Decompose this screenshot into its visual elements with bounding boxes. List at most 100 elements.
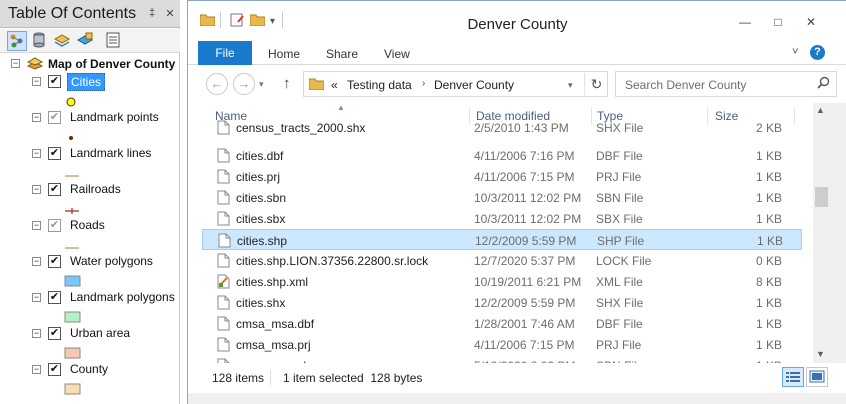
tab-share[interactable]: Share xyxy=(326,47,358,61)
file-name: cities.shx xyxy=(236,296,286,310)
layer-visibility-checkbox[interactable]: ✔ xyxy=(48,183,61,196)
layer-collapse-toggle[interactable]: − xyxy=(32,221,41,230)
close-icon[interactable]: ✕ xyxy=(164,7,176,20)
breadcrumb-testing-data[interactable]: Testing data xyxy=(347,78,412,92)
minimize-button[interactable]: — xyxy=(732,14,758,32)
expand-ribbon-icon[interactable]: ˅ xyxy=(792,46,798,58)
file-icon xyxy=(217,337,230,357)
list-by-drawing-order-icon[interactable] xyxy=(7,31,27,51)
list-by-selection-icon[interactable] xyxy=(76,31,96,51)
layer-collapse-toggle[interactable]: − xyxy=(32,113,41,122)
layer-visibility-checkbox[interactable]: ✔ xyxy=(48,147,61,160)
layer-item[interactable]: − ✔ Roads xyxy=(0,216,180,252)
layer-name[interactable]: County xyxy=(67,361,111,377)
details-view-button[interactable] xyxy=(782,367,804,387)
layer-item[interactable]: − ✔ Landmark points xyxy=(0,108,180,144)
file-icon xyxy=(217,190,230,210)
search-input[interactable]: Search Denver County xyxy=(615,71,837,97)
layer-item[interactable]: − ✔ Railroads xyxy=(0,180,180,216)
options-icon[interactable] xyxy=(104,31,124,51)
scroll-down-icon[interactable]: ▼ xyxy=(816,349,825,359)
layer-name[interactable]: Water polygons xyxy=(67,253,156,269)
address-bar[interactable]: « Testing data › Denver County ▾ ↻ xyxy=(303,71,608,97)
file-row[interactable]: cities.shp 12/2/2009 5:59 PM SHP File 1 KB xyxy=(202,229,802,250)
up-button[interactable]: ↑ xyxy=(283,75,291,92)
file-row[interactable]: cities.shp.LION.37356.22800.sr.lock 12/7/… xyxy=(202,250,802,271)
file-row[interactable]: cities.sbn 10/3/2011 12:02 PM SBN File 1 KB xyxy=(202,187,802,208)
layer-name[interactable]: Landmark lines xyxy=(67,145,154,161)
breadcrumb-denver-county[interactable]: Denver County xyxy=(434,78,514,92)
layer-collapse-toggle[interactable]: − xyxy=(32,365,41,374)
refresh-icon[interactable]: ↻ xyxy=(584,73,608,95)
file-row[interactable]: census_tracts_2000.shx 2/5/2010 1:43 PM SH… xyxy=(202,117,802,138)
back-button[interactable]: ← xyxy=(206,73,228,95)
layer-collapse-toggle[interactable]: − xyxy=(32,185,41,194)
layer-item[interactable]: − ✔ Landmark polygons xyxy=(0,288,180,324)
layer-item[interactable]: − ✔ Water polygons xyxy=(0,252,180,288)
help-icon[interactable]: ? xyxy=(810,45,825,60)
status-divider xyxy=(270,370,271,385)
list-by-source-icon[interactable] xyxy=(30,31,50,51)
large-icons-view-button[interactable] xyxy=(806,367,828,387)
tab-file[interactable]: File xyxy=(198,41,252,65)
tab-home[interactable]: Home xyxy=(268,47,300,61)
layer-collapse-toggle[interactable]: − xyxy=(32,149,41,158)
file-row[interactable]: cities.prj 4/11/2006 7:15 PM PRJ File 1 KB xyxy=(202,166,802,187)
navigation-pane xyxy=(188,103,202,363)
layer-name[interactable]: Roads xyxy=(67,217,108,233)
layer-collapse-toggle[interactable]: − xyxy=(32,257,41,266)
layer-name[interactable]: Landmark points xyxy=(67,109,162,125)
layer-visibility-checkbox[interactable]: ✔ xyxy=(48,291,61,304)
list-by-visibility-icon[interactable] xyxy=(53,31,73,51)
file-name: cmsa_msa.dbf xyxy=(236,317,315,331)
file-row[interactable]: cities.shx 12/2/2009 5:59 PM SHX File 1 KB xyxy=(202,292,802,313)
layer-visibility-checkbox[interactable]: ✔ xyxy=(48,75,61,88)
breadcrumb-overflow[interactable]: « xyxy=(331,78,338,92)
data-frame-label[interactable]: Map of Denver County xyxy=(48,57,175,71)
selection-info: 1 item selected 128 bytes xyxy=(283,371,423,385)
layer-collapse-toggle[interactable]: − xyxy=(32,293,41,302)
address-dropdown-icon[interactable]: ▾ xyxy=(568,80,573,91)
file-type: XML File xyxy=(596,275,643,289)
layer-visibility-checkbox[interactable]: ✔ xyxy=(48,219,61,232)
forward-button[interactable]: → xyxy=(233,73,255,95)
file-row[interactable]: cities.sbx 10/3/2011 12:02 PM SBX File 1 KB xyxy=(202,208,802,229)
layer-collapse-toggle[interactable]: − xyxy=(32,329,41,338)
tab-view[interactable]: View xyxy=(384,47,410,61)
layer-visibility-checkbox[interactable]: ✔ xyxy=(48,327,61,340)
maximize-button[interactable]: □ xyxy=(765,14,791,32)
layer-item[interactable]: − ✔ Landmark lines xyxy=(0,144,180,180)
file-name: census_tracts_2000.shx xyxy=(236,121,366,135)
file-row[interactable]: cmsa_msa.sbn5/19/2020 8:02 PMSBN File1 K… xyxy=(202,355,802,363)
recent-locations-icon[interactable]: ▾ xyxy=(259,79,264,90)
layer-name[interactable]: Cities xyxy=(67,73,106,91)
vertical-scrollbar[interactable]: ▲ ▼ xyxy=(813,103,830,363)
layer-name[interactable]: Railroads xyxy=(67,181,124,197)
layer-visibility-checkbox[interactable]: ✔ xyxy=(48,255,61,268)
close-button[interactable]: ✕ xyxy=(798,14,824,32)
layer-item[interactable]: − ✔ Cities xyxy=(0,72,180,108)
layer-name[interactable]: Urban area xyxy=(67,325,133,341)
file-size: 1 KB xyxy=(755,170,782,184)
layer-visibility-checkbox[interactable]: ✔ xyxy=(48,111,61,124)
layer-visibility-checkbox[interactable]: ✔ xyxy=(48,363,61,376)
layer-item[interactable]: − ✔ Urban area xyxy=(0,324,180,360)
layer-item[interactable]: − ✔ County xyxy=(0,360,180,396)
address-row: ← → ▾ ↑ « Testing data › Denver County ▾… xyxy=(188,65,846,103)
status-bar: 128 items 1 item selected 128 bytes xyxy=(188,363,846,393)
file-name: cities.shp.xml xyxy=(236,275,309,289)
file-size: 2 KB xyxy=(755,121,782,135)
data-frame-collapse-toggle[interactable]: − xyxy=(11,59,20,68)
file-row[interactable]: cities.dbf 4/11/2006 7:16 PM DBF File 1 KB xyxy=(202,145,802,166)
scroll-up-icon[interactable]: ▲ xyxy=(816,105,825,115)
file-row[interactable]: cities.shp.xml 10/19/2011 6:21 PM XML File… xyxy=(202,271,802,292)
layer-collapse-toggle[interactable]: − xyxy=(32,77,41,86)
file-date-modified: 10/3/2011 12:02 PM xyxy=(474,191,582,205)
layer-name[interactable]: Landmark polygons xyxy=(67,289,178,305)
file-explorer-window: ▾ Denver County — □ ✕ File Home Share Vi… xyxy=(187,0,846,404)
file-date-modified: 4/11/2006 7:15 PM xyxy=(474,338,575,352)
file-row[interactable]: cmsa_msa.prj 4/11/2006 7:15 PM PRJ File 1 K… xyxy=(202,334,802,355)
scrollbar-thumb[interactable] xyxy=(815,187,828,207)
pin-icon[interactable]: ‡ xyxy=(146,7,158,19)
file-row[interactable]: cmsa_msa.dbf 1/28/2001 7:46 AM DBF File 1 K… xyxy=(202,313,802,334)
